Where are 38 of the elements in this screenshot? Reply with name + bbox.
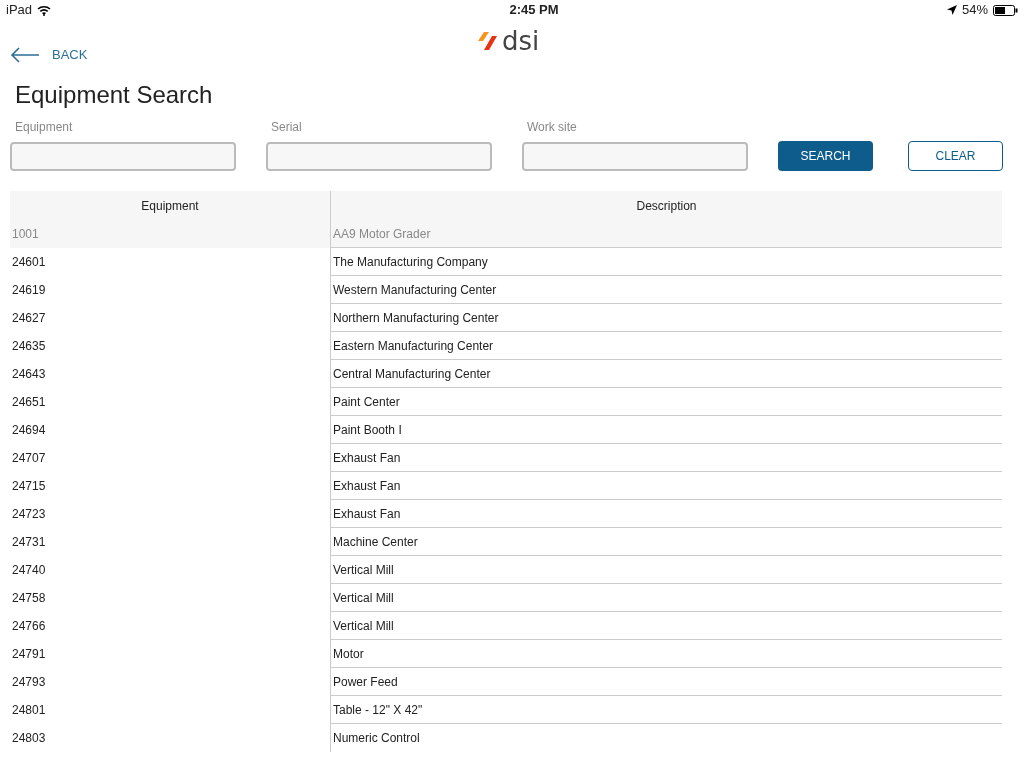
search-button[interactable]: SEARCH <box>778 141 873 171</box>
table-row[interactable]: 24715 Exhaust Fan <box>10 472 1002 500</box>
table-row[interactable]: 24766 Vertical Mill <box>10 612 1002 640</box>
battery-percent: 54% <box>961 1 988 20</box>
page-title: Equipment Search <box>14 80 214 110</box>
location-arrow-icon <box>946 5 957 15</box>
battery-icon <box>993 4 1018 16</box>
table-row[interactable]: 24651 Paint Center <box>10 388 1002 416</box>
device-name: iPad <box>6 1 33 20</box>
back-button[interactable]: BACK <box>10 45 88 65</box>
table-cell-text: Numeric Control <box>332 730 421 747</box>
table-row[interactable]: 24627 Northern Manufacturing Center <box>10 304 1002 332</box>
clear-button[interactable]: CLEAR <box>908 141 1003 171</box>
table-row[interactable]: 24694 Paint Booth I <box>10 416 1002 444</box>
table-row[interactable]: 24643 Central Manufacturing Center <box>10 360 1002 388</box>
table-row[interactable]: 24740 Vertical Mill <box>10 556 1002 584</box>
table-row[interactable]: 24801 Table - 12" X 42" <box>10 696 1002 724</box>
table-row[interactable]: 24601 The Manufacturing Company <box>10 248 1002 276</box>
company-logo: dsi <box>478 28 540 54</box>
table-row[interactable]: 24791 Motor <box>10 640 1002 668</box>
table-row[interactable]: 24731 Machine Center <box>10 528 1002 556</box>
clock-time: 2:45 PM <box>509 1 559 20</box>
arrow-left-icon <box>10 47 40 63</box>
text-field[interactable] <box>522 142 748 171</box>
wifi-icon <box>37 4 52 16</box>
field-label: Work site <box>526 119 578 136</box>
table-cell: 24803 <box>10 724 331 752</box>
table-row[interactable]: 24707 Exhaust Fan <box>10 444 1002 472</box>
field-label: Serial <box>270 119 303 136</box>
table-row[interactable]: 24723 Exhaust Fan <box>10 500 1002 528</box>
table-row[interactable]: 24793 Power Feed <box>10 668 1002 696</box>
field-label: Equipment <box>14 119 74 136</box>
table-row[interactable]: 24619 Western Manufacturing Center <box>10 276 1002 304</box>
table-row[interactable]: 24758 Vertical Mill <box>10 584 1002 612</box>
table-row[interactable]: 24635 Eastern Manufacturing Center <box>10 332 1002 360</box>
column-header: Description <box>635 197 698 215</box>
text-field[interactable] <box>266 142 492 171</box>
text-field[interactable] <box>10 142 236 171</box>
